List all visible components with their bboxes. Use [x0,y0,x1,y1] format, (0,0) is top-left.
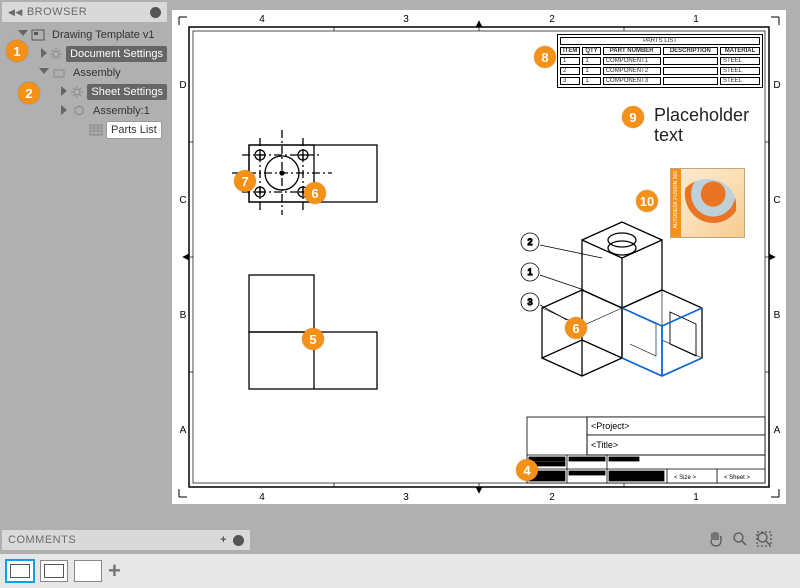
browser-panel: ◀◀ BROWSER Drawing Template v1 Document … [2,2,167,139]
svg-text:< Size >: < Size > [674,475,697,481]
balloon-2: 2 [527,237,532,247]
callout-8: 8 [534,46,556,68]
pan-icon[interactable] [706,530,726,548]
callout-9: 9 [622,106,644,128]
comments-panel: COMMENTS + [2,530,250,550]
chevron-right-icon[interactable] [59,87,67,96]
comments-header[interactable]: COMMENTS + [2,530,250,550]
chevron-down-icon[interactable] [39,68,48,77]
drawing-canvas[interactable]: 4 3 2 1 4 3 2 1 D C B A D C B A [172,10,786,504]
chevron-down-icon[interactable] [18,30,27,39]
tree-parts-list[interactable]: Parts List [2,120,167,139]
table-row[interactable]: 11COMPONENT1STEEL [560,57,760,65]
component-icon [71,104,86,118]
svg-text:< Sheet >: < Sheet > [724,475,751,481]
svg-text:<Title>: <Title> [591,440,618,450]
table-row[interactable]: 21COMPONENT2STEEL [560,67,760,75]
svg-text:C: C [179,195,186,206]
svg-text:D: D [773,80,780,91]
table-icon [88,123,103,137]
svg-text:1: 1 [693,492,699,503]
svg-text:4: 4 [259,492,265,503]
browser-tree: Drawing Template v1 Document Settings As… [2,22,167,139]
logo-image[interactable]: AUTODESK FUSION 360 [670,168,745,238]
callout-10: 10 [636,190,658,212]
tree-root[interactable]: Drawing Template v1 [2,25,167,44]
svg-text:1: 1 [693,14,699,25]
svg-text:D: D [179,80,186,91]
balloon-3: 3 [527,297,532,307]
sheet-thumb-2[interactable] [40,560,68,582]
drawing-icon [30,28,45,42]
callout-5: 5 [302,328,324,350]
callout-4: 4 [516,459,538,481]
gear-icon [70,85,84,99]
svg-text:A: A [180,425,187,436]
svg-text:2: 2 [549,492,555,503]
sheet-thumb-3[interactable] [74,560,102,582]
svg-text:A: A [774,425,781,436]
callout-7: 7 [234,170,256,192]
callout-1: 1 [6,40,28,62]
table-row[interactable]: 31COMPONENT3STEEL [560,77,760,85]
add-comment-icon[interactable]: + [220,534,227,546]
zoom-icon[interactable] [730,530,750,548]
svg-text:C: C [773,195,780,206]
chevron-right-icon[interactable] [39,49,46,58]
sheet-thumb-1[interactable] [6,560,34,582]
parts-list-table[interactable]: PARTS LIST ITEM QTY PART NUMBER DESCRIPT… [557,34,763,88]
placeholder-text[interactable]: Placeholder text [654,105,749,145]
svg-text:B: B [774,310,781,321]
sheet-bar: + [0,554,800,588]
add-sheet-button[interactable]: + [108,558,121,584]
callout-6a: 6 [304,182,326,204]
assembly-icon [51,66,66,80]
zoom-fit-icon[interactable] [754,530,774,548]
svg-text:3: 3 [403,492,409,503]
svg-text:3: 3 [403,14,409,25]
tree-assembly[interactable]: Assembly [2,63,167,82]
svg-text:B: B [180,310,187,321]
chevron-right-icon[interactable] [59,106,68,115]
callout-6b: 6 [565,317,587,339]
svg-text:4: 4 [259,14,265,25]
callout-2: 2 [18,82,40,104]
balloon-1: 1 [527,267,532,277]
view-tools [706,530,774,548]
comments-collapse-icon[interactable] [233,535,244,546]
svg-text:2: 2 [549,14,555,25]
comments-title: COMMENTS [8,534,76,546]
gear-icon [49,47,63,61]
svg-text:<Project>: <Project> [591,421,630,431]
browser-header[interactable]: ◀◀ BROWSER [2,2,167,22]
browser-title: BROWSER [27,6,87,18]
browser-collapse-icon[interactable] [150,7,161,18]
